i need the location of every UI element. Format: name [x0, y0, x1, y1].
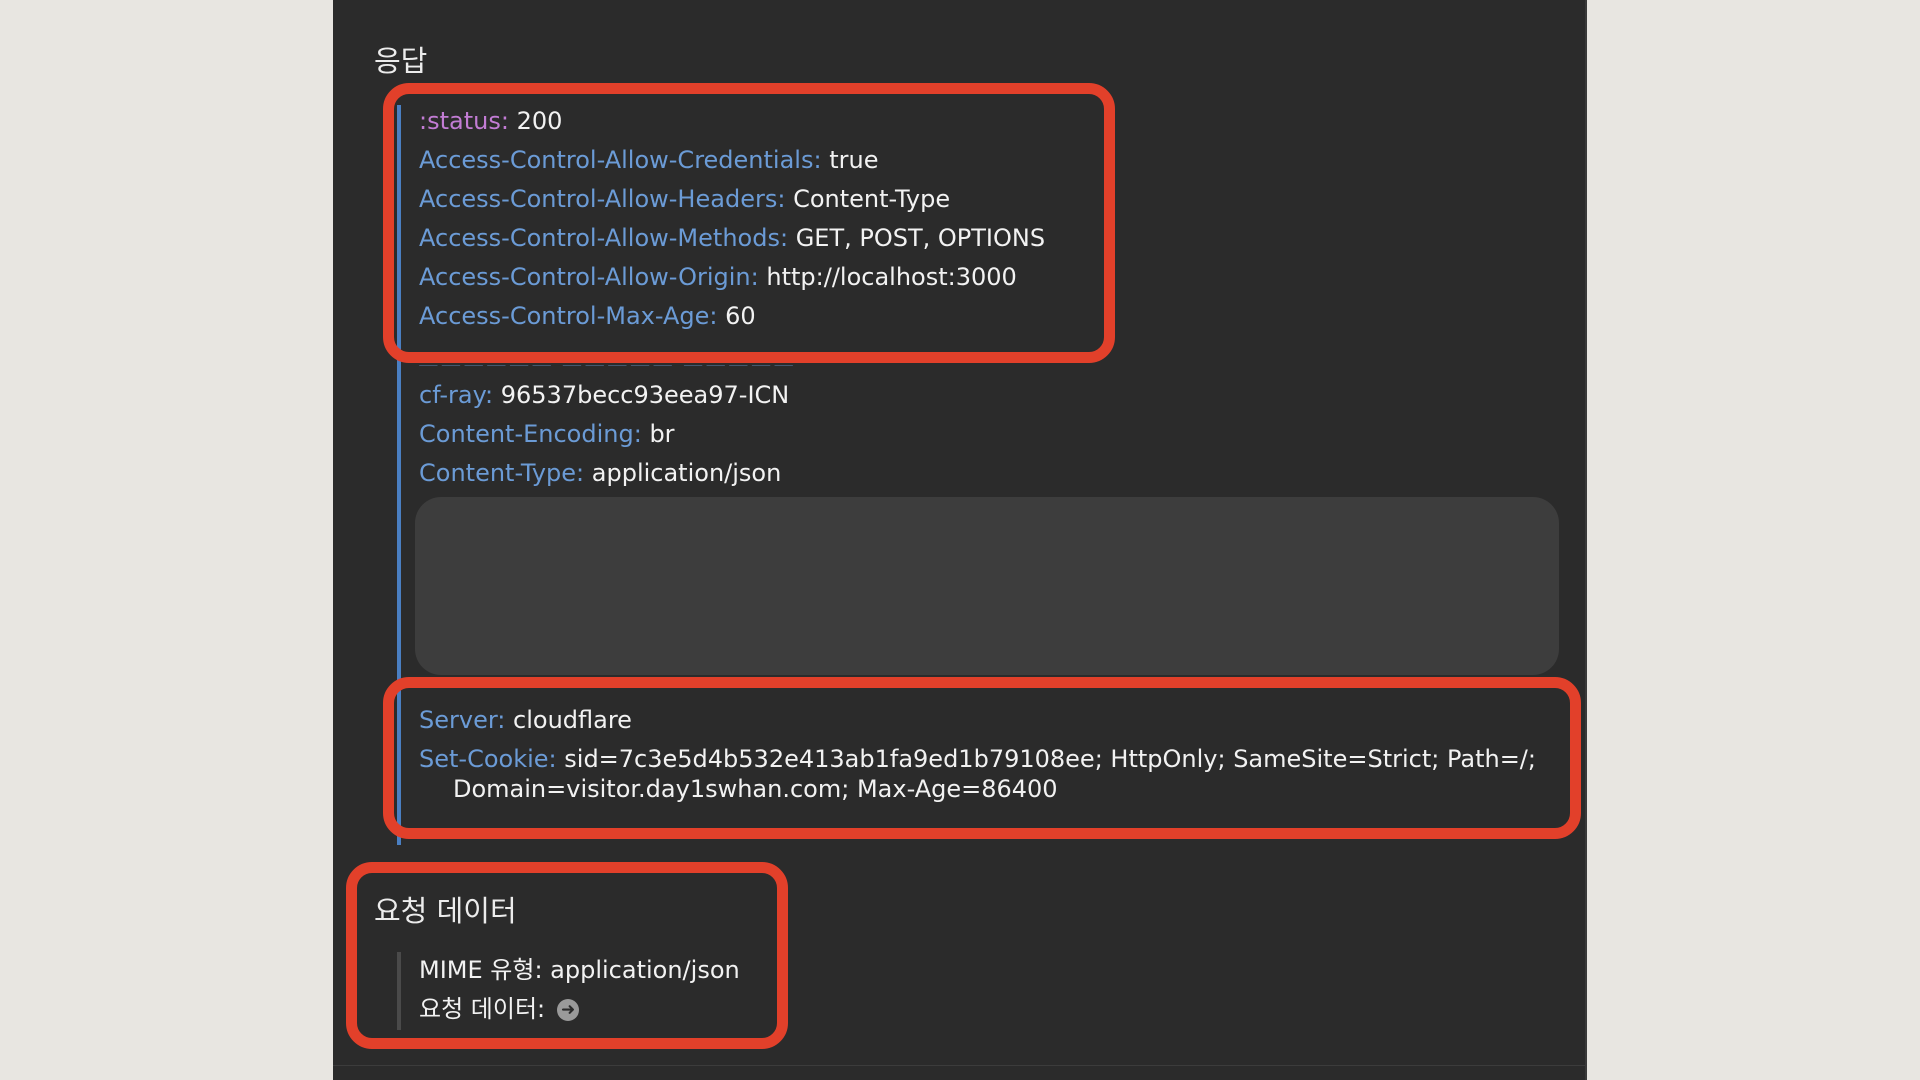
- request-data-row: 요청 데이터: ➜: [419, 990, 580, 1029]
- header-key: :status:: [419, 107, 509, 135]
- header-value: GET, POST, OPTIONS: [795, 224, 1046, 252]
- header-key: Content-Encoding:: [419, 420, 642, 448]
- header-row-acah[interactable]: Access-Control-Allow-Headers: Content-Ty…: [419, 180, 950, 219]
- header-value: 96537becc93eea97-ICN: [500, 381, 790, 409]
- header-value: Content-Type: [793, 185, 951, 213]
- header-row-acam[interactable]: Access-Control-Allow-Methods: GET, POST,…: [419, 219, 1045, 258]
- request-data-section-title: 요청 데이터: [374, 894, 517, 928]
- clipped-header-row: ▬▬▬▬▬▬ ▬▬▬▬▬ ▬▬▬▬▬: [417, 354, 795, 366]
- set-cookie-continuation: Domain=visitor.day1swhan.com; Max-Age=86…: [453, 775, 1058, 803]
- header-value: cloudflare: [513, 706, 632, 734]
- header-row-server[interactable]: Server: cloudflare: [419, 701, 632, 740]
- header-row-content-encoding[interactable]: Content-Encoding: br: [419, 415, 675, 454]
- header-row-acac[interactable]: Access-Control-Allow-Credentials: true: [419, 141, 878, 180]
- panel-bottom-divider: [333, 1065, 1585, 1066]
- mime-type-value: application/json: [550, 956, 740, 984]
- redacted-headers-block: [415, 497, 1559, 675]
- header-row-acao[interactable]: Access-Control-Allow-Origin: http://loca…: [419, 258, 1017, 297]
- request-data-label: 요청 데이터:: [419, 995, 546, 1023]
- header-key: Set-Cookie:: [419, 745, 557, 773]
- header-row-cf-ray[interactable]: cf-ray: 96537becc93eea97-ICN: [419, 376, 789, 415]
- header-row-status[interactable]: :status: 200: [419, 102, 562, 141]
- header-value: sid=7c3e5d4b532e413ab1fa9ed1b79108ee; Ht…: [564, 745, 1536, 773]
- inspector-panel: 응답 :status: 200 Access-Control-Allow-Cre…: [333, 0, 1587, 1080]
- header-row-acma[interactable]: Access-Control-Max-Age: 60: [419, 297, 756, 336]
- header-key: Access-Control-Allow-Credentials:: [419, 146, 822, 174]
- header-key: Access-Control-Allow-Origin:: [419, 263, 759, 291]
- header-key: Content-Type:: [419, 459, 585, 487]
- header-value: br: [649, 420, 675, 448]
- response-headers-rail: [397, 105, 401, 845]
- header-value: 60: [725, 302, 756, 330]
- header-key: cf-ray:: [419, 381, 494, 409]
- response-section-title: 응답: [374, 44, 428, 78]
- header-value: http://localhost:3000: [766, 263, 1017, 291]
- header-value: 200: [516, 107, 563, 135]
- header-key: Server:: [419, 706, 506, 734]
- mime-type-label: MIME 유형:: [419, 956, 543, 984]
- header-value: true: [829, 146, 879, 174]
- header-key: Access-Control-Allow-Methods:: [419, 224, 789, 252]
- header-key: Access-Control-Max-Age:: [419, 302, 718, 330]
- mime-type-row: MIME 유형: application/json: [419, 951, 740, 990]
- header-key: Access-Control-Allow-Headers:: [419, 185, 786, 213]
- header-value: application/json: [591, 459, 782, 487]
- request-data-rail: [397, 952, 401, 1030]
- header-row-content-type[interactable]: Content-Type: application/json: [419, 454, 781, 493]
- arrow-right-circle-icon[interactable]: ➜: [557, 999, 580, 1021]
